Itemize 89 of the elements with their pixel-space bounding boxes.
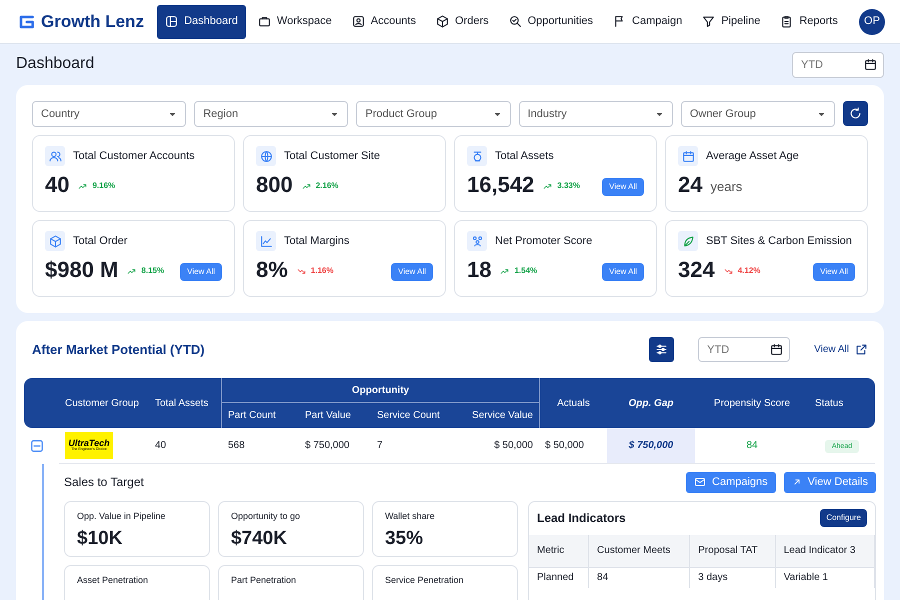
table-cell: 84 [588,568,690,588]
column-header: Part Value [299,403,371,428]
kpi-title: Net Promoter Score [495,234,592,249]
trend-percent: 3.33% [557,180,580,192]
filter-dropdown[interactable]: Product Group [356,101,511,127]
trend-percent: 1.16% [310,265,334,277]
brand-name: Growth Lenz [41,10,144,33]
view-all-button[interactable]: View All [391,263,433,281]
kpi-title: SBT Sites & Carbon Emission [706,234,852,249]
table-cell: $ 750,000 [607,428,695,464]
trend-percent: 9.16% [92,180,116,192]
trend-percent: 8.15% [141,265,164,277]
nav-tab[interactable]: Workspace [250,4,340,38]
kpi-value: 40 [45,174,70,196]
view-all-button[interactable]: View All [602,178,644,196]
column-header: Service Value [454,403,539,428]
period-field[interactable]: YTD [698,337,790,362]
table-cell: $ 50,000 [454,428,539,464]
kpi-value: 324 [678,259,715,281]
metric-label: Service Penetration [384,574,465,586]
table-cell: $ 750,000 [299,428,371,464]
table-cell: Planned [529,568,589,588]
column-header: Propensity Score [695,378,809,428]
kpi-value: $980 M [45,259,118,281]
table-cell: 3 days [690,568,776,588]
kpi-value: 24 [678,174,702,196]
column-header: Service Count [371,403,454,428]
metric-label: Opportunity to go [230,510,302,523]
kpi-value: 18 [467,259,492,281]
table-cell: 7 [371,428,454,464]
nav-tab[interactable]: Pipeline [694,4,768,38]
column-header: Proposal TAT [690,534,776,568]
user-avatar[interactable]: OP [858,8,885,34]
filter-dropdown[interactable]: Country [32,101,186,127]
nav-tab[interactable]: Reports [772,4,846,38]
trend-percent: 4.12% [738,265,760,277]
kpi-title: Total Customer Site [284,148,380,164]
trend-percent: 2.16% [316,180,338,192]
kpi-value: 800 [256,174,293,196]
view-all-button[interactable]: View All [813,263,855,281]
view-all-button[interactable]: View All [602,263,644,281]
table-cell: Variable 1 [775,568,874,588]
nav-tab[interactable]: Accounts [344,4,424,38]
column-header: Customer Meets [588,534,690,568]
filter-dropdown[interactable]: Owner Group [680,101,836,127]
nav-tab[interactable]: Opportunities [500,4,602,38]
metric-label: Opp. Value in Pipeline [77,510,166,523]
kpi-value: 16,542 [467,174,534,196]
kpi-unit: years [710,178,742,196]
column-header: Actuals [539,378,607,428]
configure-button[interactable]: Configure [820,509,867,527]
view-all-button[interactable]: View All [180,263,222,281]
metric-label: Wallet share [384,510,436,522]
column-header: Opp. Gap [607,378,695,428]
trend-percent: 1.54% [514,265,538,277]
section-title: After Market Potential (YTD) [32,340,205,359]
column-header: Total Assets [149,378,222,428]
nav-tab[interactable]: Orders [428,4,497,38]
metric-label: Part Penetration [230,574,298,586]
metric-value: $10K [77,527,124,551]
metric-label: Asset Penetration [77,574,150,586]
column-header: Status [809,378,875,428]
kpi-title: Average Asset Age [706,148,799,164]
kpi-value: 8% [256,259,288,281]
column-header: Customer Group [59,378,149,428]
filter-dropdown[interactable]: Region [194,101,348,127]
view-details-button[interactable]: View Details [784,472,876,492]
kpi-title: Total Margins [284,234,350,249]
metric-value: 35% [384,527,424,551]
column-header: Opportunity [222,378,539,403]
detail-title: Sales to Target [64,474,144,492]
kpi-title: Total Order [73,234,128,249]
page-title: Dashboard [16,54,94,74]
table-cell: 40 [149,428,222,464]
kpi-title: Total Customer Accounts [73,148,195,164]
filter-dropdown[interactable]: Industry [518,101,673,127]
column-header: Metric [529,534,589,568]
view-all-link[interactable]: View All [814,342,868,357]
metric-value: $740K [230,527,288,551]
table-cell: 568 [222,428,299,464]
column-header: Lead Indicator 3 [775,534,874,568]
nav-tab[interactable]: Dashboard [157,4,246,38]
period-field[interactable]: YTD [792,52,884,78]
campaigns-button[interactable]: Campaigns [686,472,776,492]
card-title: Lead Indicators [537,510,626,527]
kpi-title: Total Assets [495,148,554,164]
column-header: Part Count [222,403,299,428]
table-cell: 84 [695,428,809,464]
nav-tab[interactable]: Campaign [605,4,690,38]
